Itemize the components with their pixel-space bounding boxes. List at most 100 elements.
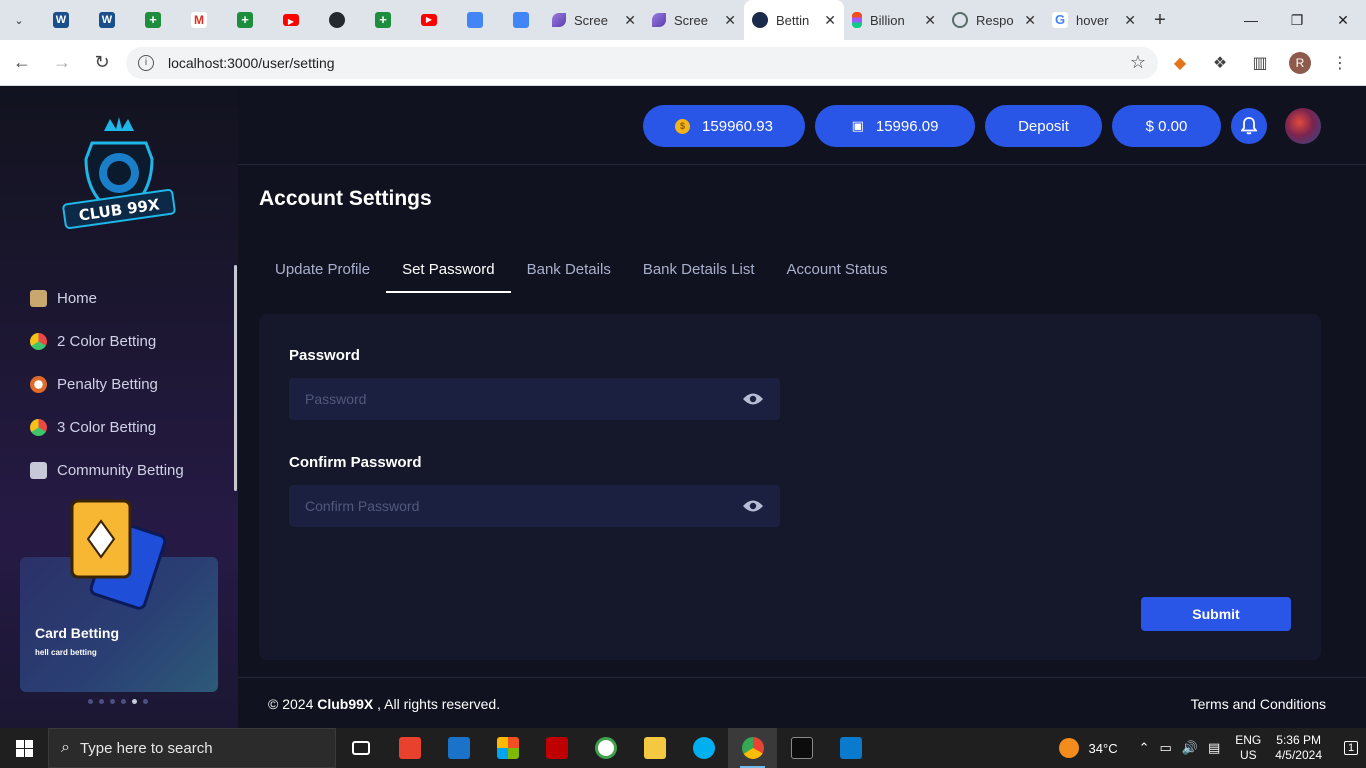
close-tab-icon[interactable]: ✕ — [1124, 12, 1136, 29]
url-text[interactable]: localhost:3000/user/setting — [168, 55, 1130, 71]
sidebar-item-3-color-betting[interactable]: 3 Color Betting — [30, 406, 184, 449]
skype-icon[interactable] — [679, 728, 728, 768]
browser-tab-title: Respo — [976, 12, 1014, 28]
wallet-balance-button[interactable]: ▣ 15996.09 — [815, 105, 975, 147]
mail-icon[interactable] — [434, 728, 483, 768]
pinned-tab-gmail[interactable]: M — [176, 0, 222, 40]
coins-balance-button[interactable]: $ 159960.93 — [643, 105, 805, 147]
tab-update-profile[interactable]: Update Profile — [259, 247, 386, 293]
language-indicator[interactable]: ENG US — [1235, 733, 1261, 763]
sidebar-item-2-color-betting[interactable]: 2 Color Betting — [30, 320, 184, 363]
deposit-button[interactable]: Deposit — [985, 105, 1102, 147]
bookmark-star-icon[interactable]: ☆ — [1130, 52, 1146, 73]
tab-bank-details-list[interactable]: Bank Details List — [627, 247, 771, 293]
tab-bank-details[interactable]: Bank Details — [511, 247, 627, 293]
cash-balance-button[interactable]: $ 0.00 — [1112, 105, 1221, 147]
chrome-icon[interactable] — [728, 728, 777, 768]
close-window-icon[interactable]: ✕ — [1320, 0, 1366, 40]
browser-tab[interactable]: Respo ✕ — [944, 0, 1044, 40]
browser-tab[interactable]: Scree ✕ — [644, 0, 744, 40]
pinned-tab-w[interactable]: W — [38, 0, 84, 40]
carousel-dot-active[interactable] — [132, 699, 137, 704]
weather-temp[interactable]: 34°C — [1089, 741, 1118, 756]
browser-menu-kebab-icon[interactable]: ⋮ — [1322, 45, 1358, 81]
browser-tab[interactable]: G hover ✕ — [1044, 0, 1144, 40]
weather-sun-icon[interactable] — [1058, 738, 1079, 758]
clock-app-icon[interactable] — [581, 728, 630, 768]
back-arrow-icon[interactable]: ← — [4, 45, 40, 81]
site-info-icon[interactable]: i — [138, 54, 154, 71]
new-tab-plus-icon[interactable]: + — [1144, 0, 1176, 40]
carousel-dot[interactable] — [88, 699, 93, 704]
pinned-tab-docs[interactable] — [452, 0, 498, 40]
meet-now-icon[interactable]: ▭ — [1159, 740, 1171, 756]
windows-start-icon[interactable] — [0, 728, 48, 768]
speaker-icon[interactable]: 🔊 — [1182, 740, 1198, 756]
close-tab-icon[interactable]: ✕ — [924, 12, 936, 29]
sidebar-scrollbar[interactable] — [234, 265, 237, 491]
browser-tab[interactable]: Scree ✕ — [544, 0, 644, 40]
pinned-tab-github[interactable] — [314, 0, 360, 40]
submit-button[interactable]: Submit — [1141, 597, 1291, 631]
tab-search-chevron-icon[interactable]: ⌄ — [0, 0, 38, 40]
reload-icon[interactable]: ↻ — [84, 45, 120, 81]
football-icon — [30, 376, 47, 393]
address-bar[interactable]: i localhost:3000/user/setting ☆ — [126, 46, 1158, 79]
pinned-tab-youtube[interactable]: ▶ — [406, 0, 452, 40]
tab-set-password[interactable]: Set Password — [386, 247, 511, 293]
password-input[interactable] — [305, 391, 742, 407]
store-icon[interactable] — [483, 728, 532, 768]
carousel-dot[interactable] — [143, 699, 148, 704]
filezilla-icon[interactable] — [532, 728, 581, 768]
pinned-tab-sheets[interactable]: + — [360, 0, 406, 40]
confirm-password-input[interactable] — [305, 498, 742, 514]
close-tab-icon[interactable]: ✕ — [824, 12, 836, 29]
chevron-up-icon[interactable]: ⌃ — [1139, 740, 1150, 756]
notification-center-icon[interactable]: 1 — [1336, 741, 1366, 755]
pinned-tab-youtube[interactable]: ▶ — [268, 0, 314, 40]
terms-link[interactable]: Terms and Conditions — [1191, 696, 1326, 712]
browser-tab[interactable]: Billion ✕ — [844, 0, 944, 40]
docs-icon — [513, 12, 529, 28]
confirm-password-field[interactable] — [289, 485, 780, 527]
tab-account-status[interactable]: Account Status — [771, 247, 904, 293]
cash-balance-value: $ 0.00 — [1145, 117, 1188, 135]
browser-tab-active[interactable]: Bettin ✕ — [744, 0, 844, 40]
sidebar-item-community-betting[interactable]: Community Betting — [30, 449, 184, 492]
metamask-fox-icon[interactable]: ◆ — [1162, 45, 1198, 81]
browser-tab-title: Billion — [870, 12, 905, 28]
vscode-icon[interactable] — [826, 728, 875, 768]
clock[interactable]: 5:36 PM 4/5/2024 — [1275, 733, 1322, 763]
extensions-puzzle-icon[interactable]: ❖ — [1202, 45, 1238, 81]
user-avatar[interactable] — [1285, 108, 1321, 144]
notification-bell-icon[interactable] — [1231, 108, 1267, 144]
restore-icon[interactable]: ❐ — [1274, 0, 1320, 40]
sidebar-item-penalty-betting[interactable]: Penalty Betting — [30, 363, 184, 406]
pinned-tab-sheets[interactable]: + — [130, 0, 176, 40]
pinned-tab-sheets[interactable]: + — [222, 0, 268, 40]
password-field[interactable] — [289, 378, 780, 420]
task-view-icon[interactable] — [336, 728, 385, 768]
sidebar-item-home[interactable]: Home — [30, 277, 184, 320]
eye-icon[interactable] — [742, 499, 764, 513]
close-tab-icon[interactable]: ✕ — [1024, 12, 1036, 29]
terminal-icon[interactable] — [777, 728, 826, 768]
anydesk-icon[interactable] — [385, 728, 434, 768]
pinned-tab-w[interactable]: W — [84, 0, 130, 40]
w-icon: W — [53, 12, 69, 28]
eye-icon[interactable] — [742, 392, 764, 406]
forward-arrow-icon[interactable]: → — [44, 45, 80, 81]
file-explorer-icon[interactable] — [630, 728, 679, 768]
close-tab-icon[interactable]: ✕ — [624, 12, 636, 29]
taskbar-search[interactable]: ⌕ Type here to search — [48, 728, 336, 768]
pinned-tab-docs[interactable] — [498, 0, 544, 40]
club99x-logo[interactable]: CLUB 99X — [60, 115, 178, 233]
carousel-dot[interactable] — [99, 699, 104, 704]
side-panel-icon[interactable]: ▥ — [1242, 45, 1278, 81]
profile-avatar[interactable]: R — [1282, 45, 1318, 81]
carousel-dot[interactable] — [110, 699, 115, 704]
minimize-icon[interactable]: — — [1228, 0, 1274, 40]
close-tab-icon[interactable]: ✕ — [724, 12, 736, 29]
network-icon[interactable]: ▤ — [1208, 740, 1220, 756]
carousel-dot[interactable] — [121, 699, 126, 704]
